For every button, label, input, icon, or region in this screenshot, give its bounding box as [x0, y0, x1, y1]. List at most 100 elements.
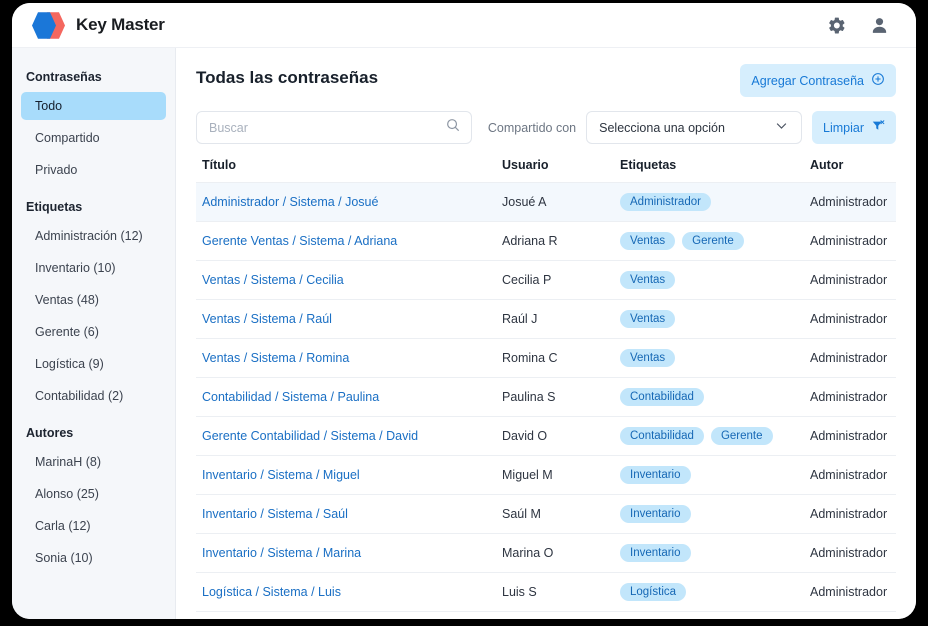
password-title-link[interactable]: Administrador / Sistema / Josué [202, 195, 378, 209]
column-header-user[interactable]: Usuario [496, 158, 614, 183]
sidebar-item-compartido[interactable]: Compartido [21, 124, 166, 152]
tag-chip[interactable]: Ventas [620, 349, 676, 367]
table-row[interactable]: Gerente Contabilidad / Sistema / David Da… [196, 416, 896, 456]
cell-user: Romina C [502, 351, 558, 365]
tag-chip[interactable]: Gerente [710, 427, 773, 445]
cell-user: Josué A [502, 195, 547, 209]
table-row[interactable]: Ventas / Sistema / Raúl Raúl J Ventas Admin… [196, 299, 896, 339]
cell-user: David O [502, 429, 548, 443]
cell-tags: Contabilidad Gerente [614, 417, 804, 456]
sidebar-item-contabilidad[interactable]: Contabilidad (2) [21, 382, 166, 410]
main-header: Todas las contraseñas Agregar Contraseña [196, 64, 896, 97]
tag-list: Ventas [620, 271, 798, 289]
tag-chip[interactable]: Inventario [620, 466, 691, 484]
search-icon[interactable] [445, 117, 461, 138]
password-title-link[interactable]: Logística / Sistema / Luis [202, 585, 341, 599]
column-header-tags[interactable]: Etiquetas [614, 158, 804, 183]
table-row[interactable]: Administrador / Sistema / Josué Josué A Ad… [196, 182, 896, 222]
tag-chip[interactable]: Ventas [620, 310, 676, 328]
column-header-title[interactable]: Título [196, 158, 496, 183]
tag-chip[interactable]: Logística [620, 583, 687, 601]
password-title-link[interactable]: Inventario / Sistema / Miguel [202, 468, 360, 482]
sidebar-item-logistica[interactable]: Logística (9) [21, 350, 166, 378]
password-title-link[interactable]: Gerente Ventas / Sistema / Adriana [202, 234, 397, 248]
table-row[interactable]: Gerente Ventas / Sistema / Adriana Adrian… [196, 221, 896, 261]
password-title-link[interactable]: Inventario / Sistema / Saúl [202, 507, 348, 521]
table-row[interactable]: Contabilidad / Sistema / Paulina Paulina … [196, 377, 896, 417]
search-box[interactable] [196, 111, 472, 144]
table-row[interactable]: Ventas / Sistema / Romina Romina C Ventas A… [196, 338, 896, 378]
column-header-author[interactable]: Autor [804, 158, 896, 183]
chevron-down-icon [774, 118, 789, 138]
cell-title: Inventario / Sistema / Miguel [196, 456, 496, 495]
app-window: Key Master Contraseñas Todo Compartido P… [12, 3, 916, 619]
password-title-link[interactable]: Contabilidad / Sistema / Paulina [202, 390, 379, 404]
sidebar-item-carla[interactable]: Carla (12) [21, 512, 166, 540]
clear-filters-button[interactable]: Limpiar [812, 111, 896, 144]
main-content: Todas las contraseñas Agregar Contraseña [176, 48, 916, 619]
clear-filters-button-label: Limpiar [823, 120, 864, 135]
tag-chip[interactable]: Contabilidad [620, 427, 704, 445]
cell-author: Administrador [810, 390, 888, 404]
sidebar-group-authors: Autores MarinaH (8) Alonso (25) Carla (1… [12, 418, 175, 572]
tag-list: Administrador [620, 193, 798, 211]
password-title-link[interactable]: Inventario / Sistema / Marina [202, 546, 361, 560]
cell-user: Saúl M [502, 507, 541, 521]
password-title-link[interactable]: Gerente Contabilidad / Sistema / David [202, 429, 418, 443]
cell-author: Administrador [810, 351, 888, 365]
tag-chip[interactable]: Ventas [620, 232, 676, 250]
table-row[interactable]: Inventario / Sistema / Saúl Saúl M Inventa… [196, 494, 896, 534]
search-input[interactable] [209, 120, 445, 135]
table-row[interactable]: Inventario / Sistema / Miguel Miguel M Inv… [196, 455, 896, 495]
sidebar-item-todo[interactable]: Todo [21, 92, 166, 120]
cell-author: Administrador [810, 585, 888, 599]
topbar-actions [826, 15, 890, 36]
tag-list: Contabilidad [620, 388, 798, 406]
passwords-table-wrap: Título Usuario Etiquetas Autor Administr… [196, 158, 896, 619]
cell-tags: Ventas [614, 339, 804, 378]
cell-user: Joselyn P [496, 612, 614, 620]
sidebar-item-administracion[interactable]: Administración (12) [21, 222, 166, 250]
cell-title: Ventas / Sistema / Cecilia [196, 261, 496, 300]
sidebar-item-marinah[interactable]: MarinaH (8) [21, 448, 166, 476]
tag-list: Logística [620, 583, 798, 601]
cell-tags: Inventario [614, 495, 804, 534]
cell-title: Inventario / Sistema / Saúl [196, 495, 496, 534]
cell-title: Gerente Contabilidad / Sistema / David [196, 417, 496, 456]
body-row: Contraseñas Todo Compartido Privado Etiq… [12, 48, 916, 619]
password-title-link[interactable]: Ventas / Sistema / Cecilia [202, 273, 344, 287]
cell-title: Contabilidad / Sistema / Paulina [196, 378, 496, 417]
password-title-link[interactable]: Ventas / Sistema / Raúl [202, 312, 332, 326]
cell-title: Logística / Sistema / Joselyn [196, 612, 496, 620]
sidebar-item-ventas[interactable]: Ventas (48) [21, 286, 166, 314]
cell-user: Adriana R [502, 234, 558, 248]
tag-chip[interactable]: Administrador [620, 193, 711, 211]
sidebar-item-sonia[interactable]: Sonia (10) [21, 544, 166, 572]
sidebar-item-privado[interactable]: Privado [21, 156, 166, 184]
gear-icon[interactable] [826, 15, 847, 36]
cell-title: Ventas / Sistema / Romina [196, 339, 496, 378]
table-row[interactable]: Ventas / Sistema / Cecilia Cecilia P Venta… [196, 260, 896, 300]
tag-list: Inventario [620, 466, 798, 484]
brand-logo[interactable]: Key Master [32, 10, 165, 40]
cell-tags: Logística [614, 573, 804, 612]
add-password-button[interactable]: Agregar Contraseña [740, 64, 896, 97]
table-row[interactable]: Inventario / Sistema / Marina Marina O Inv… [196, 533, 896, 573]
table-row[interactable]: Logística / Sistema / JoselynJoselyn PLo… [196, 611, 896, 620]
tag-list: Ventas [620, 349, 798, 367]
password-title-link[interactable]: Ventas / Sistema / Romina [202, 351, 349, 365]
tag-chip[interactable]: Ventas [620, 271, 676, 289]
user-icon[interactable] [869, 15, 890, 36]
tag-chip[interactable]: Inventario [620, 544, 691, 562]
sidebar-item-alonso[interactable]: Alonso (25) [21, 480, 166, 508]
sidebar-item-inventario[interactable]: Inventario (10) [21, 254, 166, 282]
sidebar-group-passwords: Contraseñas Todo Compartido Privado [12, 62, 175, 184]
sidebar-item-gerente[interactable]: Gerente (6) [21, 318, 166, 346]
cell-author: Administrador [810, 234, 888, 248]
shared-with-select[interactable]: Selecciona una opción [586, 111, 802, 144]
tag-chip[interactable]: Contabilidad [620, 388, 704, 406]
cell-tags: Logística [614, 612, 804, 620]
tag-chip[interactable]: Inventario [620, 505, 691, 523]
tag-chip[interactable]: Gerente [682, 232, 744, 250]
table-row[interactable]: Logística / Sistema / Luis Luis S Logístic… [196, 572, 896, 612]
